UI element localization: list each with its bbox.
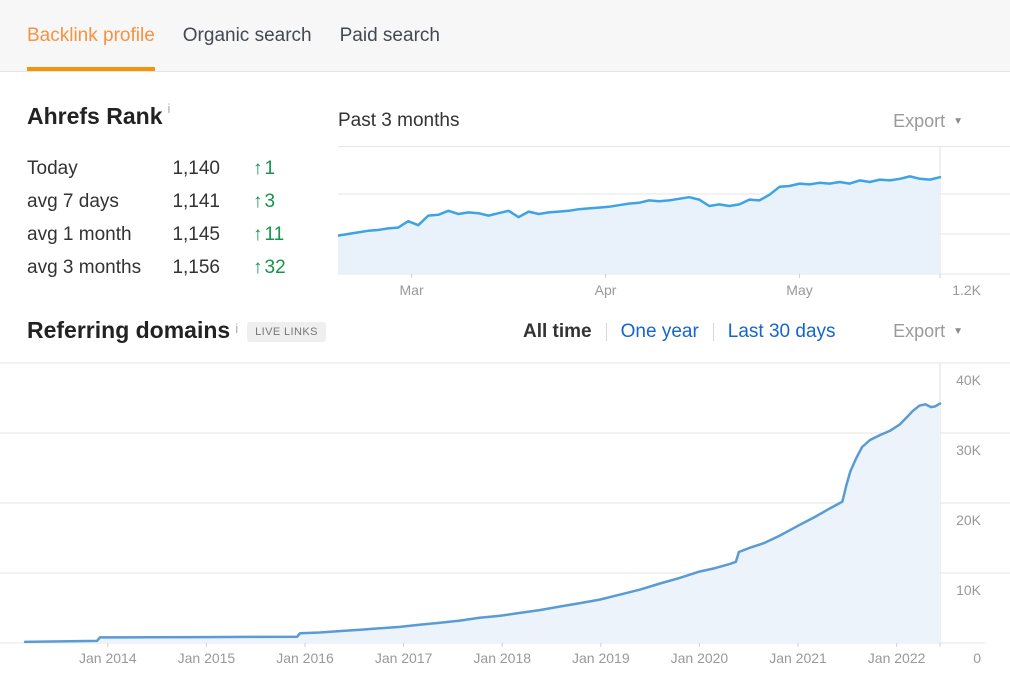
x-axis-label: Jan 2017 [375,650,433,666]
export-button-rank[interactable]: Export ▼ [893,110,963,132]
caret-down-icon: ▼ [953,326,963,337]
x-axis-label: Jan 2018 [473,650,531,666]
table-row: avg 3 months 1,156 ↑32 [27,251,327,284]
tab-bar: Backlink profile Organic search Paid sea… [0,0,1010,72]
export-label: Export [893,111,945,132]
delta-value: 3 [265,191,276,212]
y-axis-label: 30K [956,442,982,458]
table-row: avg 7 days 1,141 ↑3 [27,185,327,218]
delta-value: 32 [265,257,286,278]
filter-separator [606,323,607,341]
delta-value: 11 [265,224,285,245]
x-axis-label: Jan 2015 [178,650,236,666]
tab-label: Paid search [340,25,440,47]
tab-paid-search[interactable]: Paid search [340,0,440,71]
time-range-filters: All time One year Last 30 days [523,320,836,344]
overview-page: Backlink profile Organic search Paid sea… [0,0,1010,691]
up-arrow-icon: ↑ [253,191,263,212]
ahrefs-rank-title: Ahrefs Rank [27,103,162,130]
row-label: avg 3 months [27,251,160,284]
info-icon[interactable]: i [235,321,238,336]
x-axis-label: Jan 2016 [276,650,334,666]
x-axis-label: Jan 2019 [572,650,630,666]
x-axis-label: Jan 2021 [769,650,827,666]
row-label: Today [27,152,160,185]
table-row: Today 1,140 ↑1 [27,152,327,185]
ahrefs-rank-table: Today 1,140 ↑1 avg 7 days 1,141 ↑3 avg 1… [27,152,327,284]
referring-domains-chart: Jan 2014 Jan 2015 Jan 2016 Jan 2017 Jan 2018… [0,355,1010,675]
referring-domains-heading: Referring domains i LIVE LINKS [27,317,326,344]
filter-last-30-days[interactable]: Last 30 days [728,321,836,343]
rank-chart-title: Past 3 months [338,110,459,132]
table-row: avg 1 month 1,145 ↑11 [27,218,327,251]
up-arrow-icon: ↑ [253,224,263,245]
row-delta: ↑1 [253,152,275,185]
x-axis-label: Apr [595,282,617,298]
delta-value: 1 [265,158,276,179]
row-value: 1,140 [160,152,220,185]
x-axis-label: Jan 2014 [79,650,137,666]
tab-backlink-profile[interactable]: Backlink profile [27,0,155,71]
export-button-referring[interactable]: Export ▼ [893,320,963,342]
tab-label: Backlink profile [27,25,155,47]
chart-area-fill [338,176,940,274]
row-value: 1,141 [160,185,220,218]
y-axis-label: 1.2K [952,282,981,298]
tab-label: Organic search [183,25,312,47]
row-value: 1,145 [160,218,220,251]
export-label: Export [893,321,945,342]
filter-all-time[interactable]: All time [523,321,592,343]
row-label: avg 1 month [27,218,160,251]
ahrefs-rank-chart: Mar Apr May 1.2K [338,146,1010,306]
live-links-badge[interactable]: LIVE LINKS [247,322,326,342]
caret-down-icon: ▼ [953,116,963,127]
filter-one-year[interactable]: One year [621,321,699,343]
x-axis-label: May [786,282,812,298]
tab-organic-search[interactable]: Organic search [183,0,312,71]
y-axis-label: 0 [973,650,981,666]
row-label: avg 7 days [27,185,160,218]
row-delta: ↑32 [253,251,286,284]
y-axis-label: 20K [956,512,982,528]
row-delta: ↑3 [253,185,275,218]
up-arrow-icon: ↑ [253,158,263,179]
referring-domains-title: Referring domains [27,317,230,344]
info-icon[interactable]: i [167,101,170,116]
filter-separator [713,323,714,341]
x-axis-label: Mar [400,282,424,298]
x-axis-label: Jan 2020 [671,650,729,666]
ahrefs-rank-heading: Ahrefs Rank i [27,103,170,130]
up-arrow-icon: ↑ [253,257,263,278]
row-value: 1,156 [160,251,220,284]
x-axis-label: Jan 2022 [868,650,926,666]
row-delta: ↑11 [253,218,284,251]
y-axis-label: 10K [956,582,982,598]
y-axis-label: 40K [956,372,982,388]
